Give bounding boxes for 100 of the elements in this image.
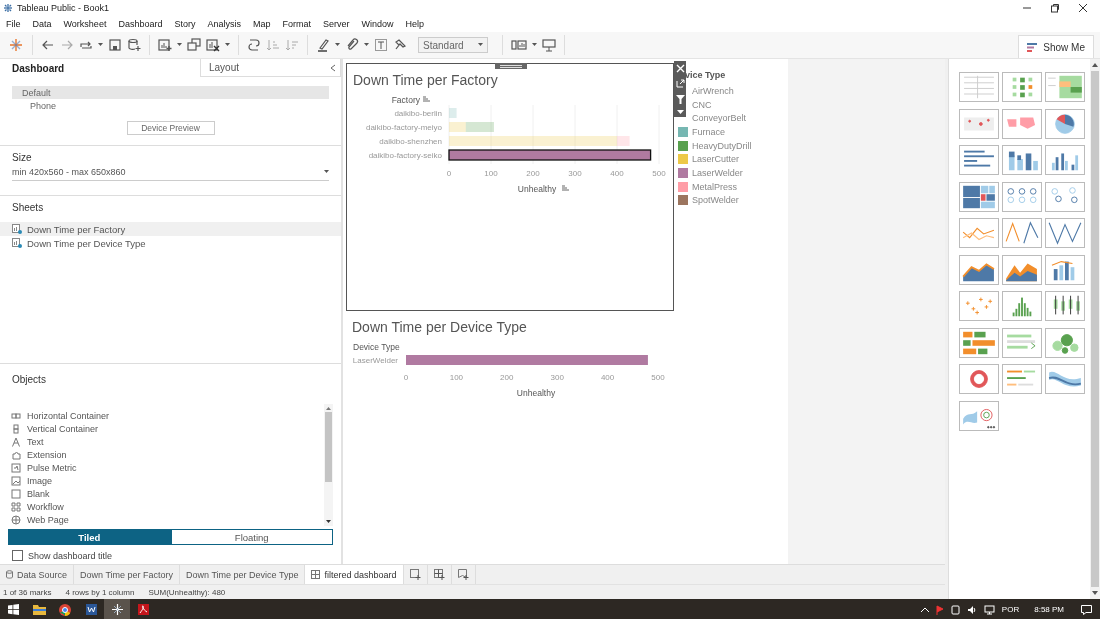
chart-type-button[interactable]	[1045, 218, 1085, 248]
legend-item[interactable]: CNC	[692, 97, 752, 112]
chart-type-button[interactable]	[1002, 254, 1042, 285]
menu-item[interactable]: Server	[317, 19, 356, 29]
filter-icon[interactable]	[675, 94, 685, 104]
menu-item[interactable]: Dashboard	[112, 19, 169, 29]
chart-type-button[interactable]	[959, 364, 999, 394]
taskbar-app[interactable]	[104, 599, 130, 619]
device-icon[interactable]	[950, 604, 960, 615]
presentation-icon[interactable]	[542, 38, 556, 52]
notifications-icon[interactable]	[1081, 604, 1092, 615]
menu-item[interactable]: Story	[168, 19, 202, 29]
chevron-up-icon[interactable]	[920, 607, 929, 612]
legend-item[interactable]: SpotWelder	[678, 193, 752, 208]
menu-item[interactable]: Worksheet	[57, 19, 113, 29]
fit-dropdown[interactable]: Standard	[418, 37, 488, 53]
object-item[interactable]: Horizontal Container	[8, 409, 324, 422]
caret-icon[interactable]	[676, 109, 684, 114]
object-item[interactable]: Text	[8, 435, 324, 448]
sheet-item[interactable]: Down Time per Factory	[0, 222, 341, 236]
chart-type-button[interactable]	[1002, 218, 1042, 248]
legend-item[interactable]: LaserWelder	[678, 166, 752, 180]
sheet-frame[interactable]: Down Time per Factory Factory daikibo-berlin daikibo-factory-meiyo daikibo-shenzhen daikibo-factory-seiko 0 100 200 300 400 500 Unhealthy	[346, 63, 674, 311]
object-item[interactable]: Web Page	[8, 513, 324, 526]
panel-tab[interactable]: Layout	[200, 59, 341, 77]
menu-item[interactable]: Analysis	[201, 19, 247, 29]
speaker-icon[interactable]	[966, 604, 977, 615]
close-icon[interactable]	[1078, 3, 1088, 13]
device-item[interactable]: Phone	[12, 99, 329, 112]
sheet-item[interactable]: Down Time per Device Type	[0, 236, 341, 250]
object-item[interactable]: Extension	[8, 448, 324, 461]
chart-type-button[interactable]	[1002, 145, 1042, 175]
panel-tab[interactable]: Dashboard	[0, 59, 200, 77]
layout-mode-toggle[interactable]: Tiled	[8, 529, 171, 545]
legend-item[interactable]: ConveyorBelt	[692, 111, 752, 126]
legend-item[interactable]: AirWrench	[692, 84, 752, 98]
object-item[interactable]: Vertical Container	[8, 422, 324, 435]
drag-handle[interactable]	[495, 63, 527, 69]
size-dropdown[interactable]: min 420x560 - max 650x860	[12, 167, 329, 181]
axis-title: Device Type	[353, 342, 400, 352]
show-me-tab[interactable]: Show Me	[1018, 35, 1094, 58]
scrollbar[interactable]	[324, 404, 333, 526]
back-arrow-icon[interactable]	[41, 38, 55, 52]
paperclip-icon[interactable]	[345, 38, 359, 52]
object-item[interactable]: Blank	[8, 487, 324, 500]
chart-type-button[interactable]	[1045, 291, 1085, 321]
caret-icon[interactable]	[478, 43, 483, 47]
checkbox-row[interactable]: Show dashboard title	[12, 550, 329, 561]
save-icon[interactable]	[108, 38, 122, 52]
caret-icon[interactable]	[98, 43, 103, 47]
scrollbar[interactable]	[1090, 59, 1100, 599]
chart-type-button[interactable]	[1045, 145, 1085, 175]
clear-sheet-icon[interactable]	[206, 38, 220, 52]
new-dashboard-icon[interactable]	[433, 569, 445, 580]
caret-icon[interactable]	[177, 43, 182, 47]
chart-type-button[interactable]	[959, 181, 999, 212]
collapse-icon[interactable]	[330, 63, 336, 72]
restore-icon[interactable]	[1050, 3, 1060, 13]
menu-item[interactable]: Format	[276, 19, 317, 29]
language-indicator[interactable]: POR	[1001, 605, 1020, 614]
duplicate-icon[interactable]	[187, 38, 201, 52]
legend-item[interactable]: HeavyDutyDrill	[678, 138, 752, 153]
sheet-tab[interactable]: filtered dashboard	[305, 565, 404, 584]
chart-type-button[interactable]	[1045, 108, 1085, 139]
legend-item[interactable]: Furnace	[678, 125, 752, 139]
clock[interactable]: 8:58 PM	[1034, 605, 1064, 614]
text-box-icon[interactable]	[374, 38, 388, 52]
menu-item[interactable]: Map	[246, 19, 277, 29]
new-sheet-icon[interactable]	[158, 38, 172, 52]
caret-icon[interactable]	[364, 43, 369, 47]
chart-type-button[interactable]	[959, 145, 999, 175]
swap-icon[interactable]	[247, 38, 261, 52]
menu-item[interactable]: File	[0, 19, 27, 29]
object-item[interactable]: Workflow	[8, 500, 324, 513]
layout-mode-toggle[interactable]: Floating	[170, 529, 333, 545]
flag-icon[interactable]	[935, 604, 944, 615]
highlighter-icon[interactable]	[316, 38, 330, 52]
new-story-icon[interactable]	[457, 569, 469, 580]
logo-icon[interactable]	[8, 37, 24, 53]
chart-type-button[interactable]	[1045, 254, 1085, 285]
show-cards-icon[interactable]	[511, 38, 527, 52]
database-add-icon[interactable]	[127, 38, 141, 52]
chart-type-button[interactable]	[959, 254, 999, 285]
new-worksheet-icon[interactable]	[409, 569, 421, 580]
menu-item[interactable]: Help	[399, 19, 431, 29]
menu-item[interactable]: Data	[26, 19, 58, 29]
legend-item[interactable]: MetalPress	[678, 179, 752, 194]
device-item[interactable]: Default	[12, 86, 329, 99]
object-item[interactable]: Pulse Metric	[8, 461, 324, 474]
caret-icon[interactable]	[532, 43, 537, 47]
device-preview-button[interactable]: Device Preview	[126, 121, 215, 135]
caret-icon[interactable]	[225, 43, 230, 47]
legend-item[interactable]: LaserCutter	[678, 152, 752, 167]
network-icon[interactable]	[983, 604, 995, 615]
caret-icon[interactable]	[335, 43, 340, 47]
chart-type-button[interactable]	[1045, 364, 1085, 394]
menu-item[interactable]: Window	[355, 19, 400, 29]
popout-icon[interactable]	[675, 79, 685, 89]
object-item[interactable]: Image	[8, 474, 324, 487]
checkbox[interactable]	[12, 550, 23, 561]
